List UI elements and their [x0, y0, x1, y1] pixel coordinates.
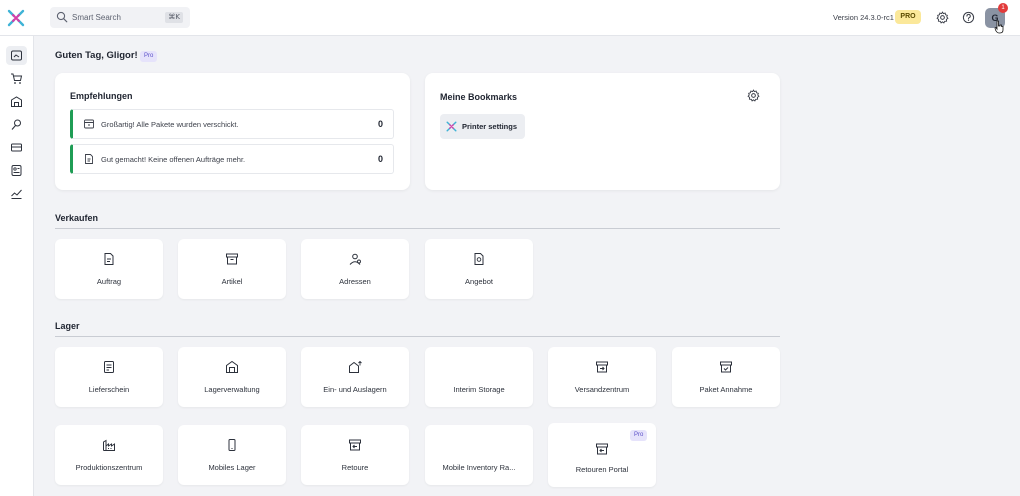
shipping-box-icon	[596, 361, 608, 373]
tile-lagerverwaltung[interactable]: Lagerverwaltung	[178, 347, 286, 407]
contacts-icon	[349, 253, 361, 265]
chart-icon	[11, 189, 22, 199]
tile-retouren-portal[interactable]: Pro Retouren Portal	[548, 423, 656, 487]
tile-auftrag[interactable]: Auftrag	[55, 239, 163, 299]
smart-search[interactable]: ⌘K	[50, 7, 190, 28]
tile-label: Adressen	[339, 277, 371, 286]
help-icon[interactable]	[962, 11, 975, 24]
app-logo-icon	[446, 121, 457, 132]
tile-adressen[interactable]: Adressen	[301, 239, 409, 299]
order-document-icon	[85, 154, 93, 164]
tile-ein-und-auslagern[interactable]: Ein- und Auslagern	[301, 347, 409, 407]
greeting-title: Guten Tag, Gligor!	[55, 50, 138, 61]
tile-label: Mobiles Lager	[208, 463, 256, 472]
tile-label: Produktionszentrum	[75, 463, 143, 472]
search-icon	[56, 11, 68, 23]
stock-in-out-icon	[349, 360, 362, 373]
plan-badge[interactable]: PRO	[895, 10, 921, 24]
tile-label: Angebot	[465, 277, 493, 286]
settings-gear-icon[interactable]	[936, 11, 949, 24]
box-icon	[226, 253, 238, 265]
tile-label: Retouren Portal	[575, 465, 629, 474]
sidebar-item-warehouse[interactable]	[6, 92, 27, 111]
sidebar-item-contacts[interactable]	[6, 161, 27, 180]
recommendations-title: Empfehlungen	[70, 91, 133, 101]
package-check-icon	[720, 361, 732, 373]
factory-icon	[103, 439, 115, 451]
search-input[interactable]	[72, 10, 162, 25]
search-shortcut: ⌘K	[165, 12, 183, 23]
sidebar-item-sales[interactable]	[6, 69, 27, 88]
bookmarks-title: Meine Bookmarks	[440, 92, 518, 102]
recommendation-count: 0	[377, 119, 383, 129]
section-title-verkaufen: Verkaufen	[55, 213, 99, 223]
sidebar-item-dashboard[interactable]	[6, 46, 27, 65]
tile-produktionszentrum[interactable]: Produktionszentrum	[55, 425, 163, 485]
sidebar-item-location[interactable]	[6, 115, 27, 134]
id-card-icon	[11, 165, 22, 176]
section-title-lager: Lager	[55, 321, 80, 331]
sidebar-item-reports[interactable]	[6, 184, 27, 203]
tile-label: Auftrag	[96, 277, 122, 286]
app-logo-icon[interactable]	[7, 9, 25, 27]
tile-angebot[interactable]: Angebot	[425, 239, 533, 299]
section-divider	[55, 336, 780, 337]
cart-icon	[11, 73, 23, 84]
return-portal-icon	[596, 443, 608, 455]
recommendation-text: Gut gemacht! Keine offenen Aufträge mehr…	[101, 155, 246, 164]
truck-icon	[11, 143, 22, 152]
section-divider	[55, 228, 780, 229]
recommendation-text: Großartig! Alle Pakete wurden verschickt…	[101, 120, 239, 129]
bookmarks-settings-gear-icon[interactable]	[747, 89, 760, 102]
package-icon	[84, 119, 94, 129]
pin-icon	[11, 119, 21, 130]
tile-label: Retoure	[341, 463, 369, 472]
tile-label: Lieferschein	[88, 385, 130, 394]
pro-badge: Pro	[140, 51, 158, 62]
tile-label: Versandzentrum	[574, 385, 630, 394]
bookmark-label: Printer settings	[462, 122, 518, 131]
tile-interim-storage[interactable]: Interim Storage	[425, 347, 533, 407]
tile-paket-annahme[interactable]: Paket Annahme	[672, 347, 780, 407]
recommendation-item[interactable]: Gut gemacht! Keine offenen Aufträge mehr…	[70, 144, 394, 174]
sidebar	[0, 36, 34, 496]
recommendation-count: 0	[377, 154, 383, 164]
recommendation-item[interactable]: Großartig! Alle Pakete wurden verschickt…	[70, 109, 394, 139]
tile-versandzentrum[interactable]: Versandzentrum	[548, 347, 656, 407]
tile-lieferschein[interactable]: Lieferschein	[55, 347, 163, 407]
tile-label: Lagerverwaltung	[204, 385, 260, 394]
tile-artikel[interactable]: Artikel	[178, 239, 286, 299]
mouse-pointer-icon	[994, 20, 1004, 34]
warehouse-icon	[11, 96, 22, 107]
warehouse-icon	[226, 360, 238, 373]
top-bar: ⌘K Version 24.3.0-rc1 PRO G 1	[0, 0, 1020, 36]
return-box-icon	[349, 439, 361, 451]
offer-tag-icon	[474, 253, 484, 265]
tile-mobile-inventory[interactable]: Mobile Inventory Ra...	[425, 425, 533, 485]
tile-mobiles-lager[interactable]: Mobiles Lager	[178, 425, 286, 485]
notification-badge: 1	[998, 3, 1008, 13]
pro-badge: Pro	[630, 430, 648, 441]
dashboard-icon	[11, 50, 22, 61]
tile-label: Ein- und Auslagern	[323, 385, 387, 394]
version-label: Version 24.3.0-rc1	[833, 13, 894, 22]
mobile-icon	[228, 439, 236, 451]
delivery-note-icon	[104, 361, 114, 373]
bookmark-printer-settings[interactable]: Printer settings	[440, 114, 525, 139]
tile-label: Interim Storage	[453, 385, 505, 394]
tile-retoure[interactable]: Retoure	[301, 425, 409, 485]
tile-label: Mobile Inventory Ra...	[442, 463, 516, 472]
order-document-icon	[104, 253, 114, 265]
sidebar-item-shipping[interactable]	[6, 138, 27, 157]
tile-label: Paket Annahme	[699, 385, 753, 394]
tile-label: Artikel	[221, 277, 243, 286]
